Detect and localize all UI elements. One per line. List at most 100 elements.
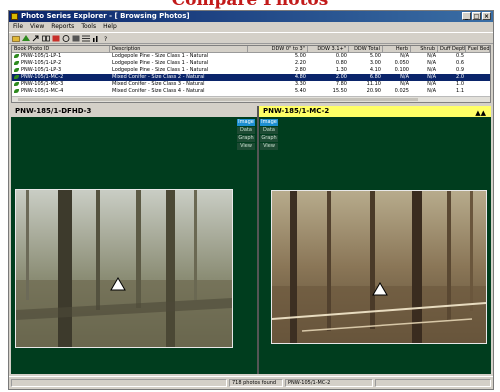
arrow-icon[interactable]	[32, 35, 40, 42]
leaf-icon	[14, 74, 19, 79]
column-header[interactable]: Duff Depth	[438, 46, 466, 53]
cell-text: 7.80	[335, 81, 347, 87]
cell-text: PNW-105/1-MC-3	[21, 81, 64, 87]
right-image-button[interactable]: Image	[260, 119, 278, 126]
maximize-button[interactable]: □	[472, 12, 481, 20]
cell-text: PNW-105/1-LP-1	[21, 53, 62, 59]
cell-text: 11.10	[366, 81, 381, 87]
app-window: Photo Series Explorer - [ Browsing Photo…	[8, 10, 494, 390]
table-header: Book Photo ID Description DDW 0" to 3" D…	[12, 46, 490, 53]
cell-text: 5.40	[294, 88, 306, 94]
cell-text: Lodgepole Pine - Size Class 1 - Natural	[112, 53, 209, 59]
table-cell: 2.0	[438, 74, 466, 81]
table-cell: 5.00	[248, 53, 308, 60]
photo-pair-icon[interactable]: ▲▲	[475, 108, 486, 119]
leaf-icon	[14, 81, 19, 86]
globe-icon[interactable]	[62, 34, 70, 42]
table-cell: Lodgepole Pine - Size Class 1 - Natural	[110, 53, 248, 60]
menu-help[interactable]: Help	[103, 22, 117, 31]
status-segment-left	[11, 379, 227, 387]
column-header[interactable]: Description	[110, 46, 248, 53]
menu-reports[interactable]: Reports	[51, 22, 74, 31]
right-view-button[interactable]: View	[260, 143, 278, 150]
table-cell: 7.80	[308, 81, 349, 88]
left-view-button[interactable]: View	[237, 143, 255, 150]
column-header[interactable]: Book Photo ID	[12, 46, 110, 53]
table-row[interactable]: PNW-105/1-MC-3 Mixed Conifer - Size Class…	[12, 81, 490, 88]
table-row[interactable]: PNW-105/1-MC-2 Mixed Conifer - Size Class…	[12, 74, 490, 81]
column-header[interactable]: DDW 0" to 3"	[248, 46, 308, 53]
chart-icon[interactable]	[92, 35, 100, 42]
left-graph-button[interactable]: Graph	[237, 135, 255, 142]
folder-icon[interactable]	[12, 35, 20, 42]
cell-text: 0.6	[456, 60, 464, 66]
column-header[interactable]: Fuel Bed	[466, 46, 490, 53]
cell-text: 1.1	[456, 88, 464, 94]
cell-text: 1.0	[456, 81, 464, 87]
compare-area: PNW-185/1-DFHD-3 PNW-185/1-MC-2 ▲▲ Image…	[11, 106, 491, 374]
table-cell: PNW-105/1-LP-1	[12, 53, 110, 60]
table-cell	[466, 60, 490, 67]
table-row[interactable]: PNW-105/1-LP-3 Lodgepole Pine - Size Clas…	[12, 67, 490, 74]
table-row[interactable]: PNW-105/1-LP-2 Lodgepole Pine - Size Clas…	[12, 60, 490, 67]
cell-text: Mixed Conifer - Size Class 4 - Natural	[112, 88, 205, 94]
table-cell: PNW-105/1-LP-2	[12, 60, 110, 67]
column-header[interactable]: DDW Total	[349, 46, 383, 53]
column-header[interactable]: Herb	[383, 46, 411, 53]
cell-text: 0.00	[335, 53, 347, 59]
help-icon[interactable]: ?	[102, 35, 110, 43]
cell-text: PNW-105/1-MC-2	[21, 74, 64, 80]
menu-file[interactable]: File	[13, 22, 23, 31]
list-icon[interactable]	[82, 35, 90, 42]
table-row[interactable]: PNW-105/1-MC-4 Mixed Conifer - Size Class…	[12, 88, 490, 95]
table-body: PNW-105/1-LP-1 Lodgepole Pine - Size Clas…	[12, 53, 490, 95]
cell-text: 0.050	[394, 60, 409, 66]
menu-tools[interactable]: Tools	[81, 22, 96, 31]
table-cell: N/A	[411, 67, 438, 74]
table-cell: 1.0	[438, 81, 466, 88]
leaf-icon	[14, 88, 19, 93]
cell-text: 2.20	[294, 60, 306, 66]
left-data-button[interactable]: Data	[237, 127, 255, 134]
cell-text: N/A	[427, 53, 436, 59]
cell-text: 0.5	[456, 53, 464, 59]
app-icon	[11, 13, 18, 20]
table-cell	[466, 81, 490, 88]
table-cell: 15.50	[308, 88, 349, 95]
minimize-button[interactable]: _	[462, 12, 471, 20]
cell-text: 3.30	[294, 81, 306, 87]
table-row[interactable]: PNW-105/1-LP-1 Lodgepole Pine - Size Clas…	[12, 53, 490, 60]
photo-icon[interactable]	[52, 35, 60, 42]
cell-text: N/A	[400, 81, 409, 87]
table-horizontal-scrollbar[interactable]	[12, 96, 490, 102]
table-cell: N/A	[383, 53, 411, 60]
tree-icon[interactable]	[22, 34, 30, 42]
table-cell: N/A	[383, 81, 411, 88]
compare-icon[interactable]	[42, 35, 50, 42]
table-cell: 3.00	[349, 60, 383, 67]
close-button[interactable]: ×	[482, 12, 491, 20]
menu-bar: File View Reports Tools Help	[9, 22, 493, 31]
right-graph-button[interactable]: Graph	[260, 135, 278, 142]
cell-text: 4.10	[369, 67, 381, 73]
table-cell: N/A	[411, 88, 438, 95]
column-header[interactable]: Shrub	[411, 46, 438, 53]
table-cell: 0.80	[308, 60, 349, 67]
pane-divider[interactable]	[257, 106, 259, 374]
table-cell	[466, 88, 490, 95]
cell-text: N/A	[427, 88, 436, 94]
cell-text: 4.80	[294, 74, 306, 80]
table-cell: 0.050	[383, 60, 411, 67]
cell-text: 2.80	[294, 67, 306, 73]
cell-text: 0.025	[394, 88, 409, 94]
left-image-button[interactable]: Image	[237, 119, 255, 126]
grid-icon[interactable]	[72, 35, 80, 42]
right-data-button[interactable]: Data	[260, 127, 278, 134]
cell-text: N/A	[427, 60, 436, 66]
scrollbar-thumb[interactable]	[18, 98, 418, 101]
status-bar: 718 photos found PNW-105/1-MC-2	[9, 376, 493, 389]
menu-view[interactable]: View	[30, 22, 44, 31]
table-cell: N/A	[411, 81, 438, 88]
table-cell: PNW-105/1-LP-3	[12, 67, 110, 74]
column-header[interactable]: DDW 3.1+"	[308, 46, 349, 53]
